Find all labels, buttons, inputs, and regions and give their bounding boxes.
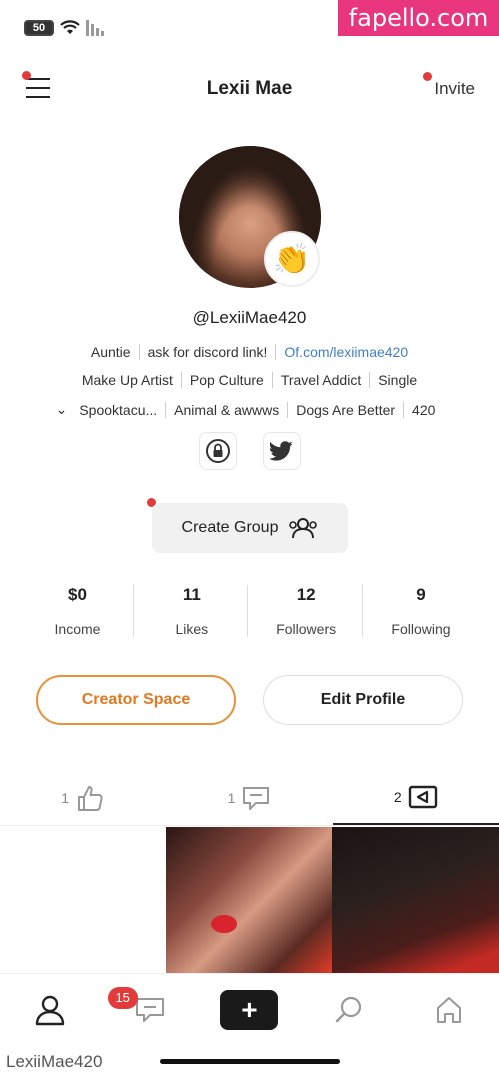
messages-badge: 15 — [107, 986, 138, 1009]
profile-icon — [35, 995, 65, 1025]
profile-actions: Creator Space Edit Profile — [36, 675, 463, 725]
tag: Pop Culture — [182, 372, 273, 388]
stat-followers[interactable]: 12 Followers — [251, 585, 363, 637]
tab-likes[interactable]: 1 — [0, 770, 166, 825]
tag: ask for discord link! — [140, 344, 277, 360]
url-label: LexiiMae420 — [6, 1052, 103, 1071]
group-icon — [289, 518, 318, 539]
search-icon — [336, 996, 362, 1022]
create-group-label: Create Group — [181, 519, 279, 536]
tag: Auntie — [83, 344, 140, 360]
grid-thumbnail[interactable] — [166, 827, 332, 973]
bottom-nav: 15 + — [0, 973, 499, 1045]
tag: 420 — [412, 401, 436, 418]
thumbs-up-icon — [78, 785, 103, 811]
stat-value: 12 — [296, 585, 316, 604]
media-grid — [0, 827, 499, 973]
social-links — [0, 432, 499, 470]
tag: Animal & awwws — [166, 401, 289, 418]
creator-space-button[interactable]: Creator Space — [36, 675, 236, 725]
website-link[interactable]: Of.com/lexiimae420 — [276, 344, 416, 360]
stats-row: $0 Income 11 Likes 12 Followers 9 Follow… — [22, 585, 477, 637]
header: Lexii Mae Invite — [0, 66, 499, 110]
signal-icon — [86, 20, 104, 36]
create-group-button[interactable]: Create Group — [152, 503, 348, 553]
clap-emoji-icon: 👏 — [264, 231, 320, 287]
tag: Spooktacu... — [71, 401, 167, 418]
tab-count: 1 — [61, 789, 70, 806]
lips-sticker — [211, 915, 237, 933]
stat-value: 11 — [182, 585, 201, 604]
content-tabs: 1 1 2 — [0, 770, 499, 826]
stat-label: Following — [391, 621, 451, 637]
nav-messages[interactable]: 15 — [107, 985, 180, 1035]
wifi-icon — [60, 20, 80, 34]
tags-row: Auntie ask for discord link! Of.com/lexi… — [20, 344, 479, 360]
page-title: Lexii Mae — [206, 78, 293, 99]
chevron-down-icon[interactable]: ⌄ — [56, 401, 72, 418]
stat-income[interactable]: $0 Income — [22, 585, 134, 637]
stat-following[interactable]: 9 Following — [365, 585, 477, 637]
tab-count: 1 — [227, 789, 236, 806]
plus-icon: + — [220, 989, 279, 1030]
invite-notification-dot — [423, 72, 432, 81]
tags-row: ⌄ Spooktacu... Animal & awwws Dogs Are B… — [20, 401, 479, 418]
twitter-icon[interactable] — [262, 432, 301, 470]
profile-handle: @LexiiMae420 — [192, 308, 307, 327]
video-icon — [408, 785, 437, 808]
stat-value: $0 — [68, 585, 87, 604]
stat-label: Likes — [175, 621, 209, 637]
status-bar: 50 fapello.com — [0, 0, 499, 60]
lock-icon[interactable] — [198, 432, 237, 470]
grid-empty-cell — [0, 827, 166, 973]
nav-search[interactable] — [319, 985, 379, 1035]
message-icon — [135, 997, 164, 1022]
tag: Make Up Artist — [74, 372, 182, 388]
tab-count: 2 — [393, 788, 402, 805]
invite-button[interactable]: Invite — [434, 79, 475, 99]
edit-profile-button[interactable]: Edit Profile — [263, 675, 463, 725]
stat-label: Followers — [276, 621, 337, 637]
battery-icon: 50 — [24, 20, 54, 36]
tab-videos[interactable]: 2 — [332, 770, 499, 825]
nav-profile[interactable] — [20, 985, 80, 1035]
tab-comments[interactable]: 1 — [166, 770, 332, 825]
tag: Dogs Are Better — [288, 401, 405, 418]
stat-label: Income — [54, 621, 101, 637]
comment-icon — [243, 786, 270, 810]
tag: Single — [378, 372, 418, 388]
tag: Travel Addict — [273, 372, 371, 388]
home-indicator[interactable] — [160, 1059, 340, 1064]
nav-create[interactable]: + — [219, 985, 279, 1035]
nav-home[interactable] — [419, 985, 479, 1035]
tags-row: Make Up Artist Pop Culture Travel Addict… — [20, 372, 479, 388]
status-icons: 50 — [24, 20, 104, 36]
stat-likes[interactable]: 11 Likes — [136, 585, 249, 637]
stat-value: 9 — [416, 585, 426, 604]
grid-thumbnail[interactable] — [332, 827, 499, 973]
watermark: fapello.com — [338, 0, 499, 36]
home-icon — [437, 996, 462, 1023]
